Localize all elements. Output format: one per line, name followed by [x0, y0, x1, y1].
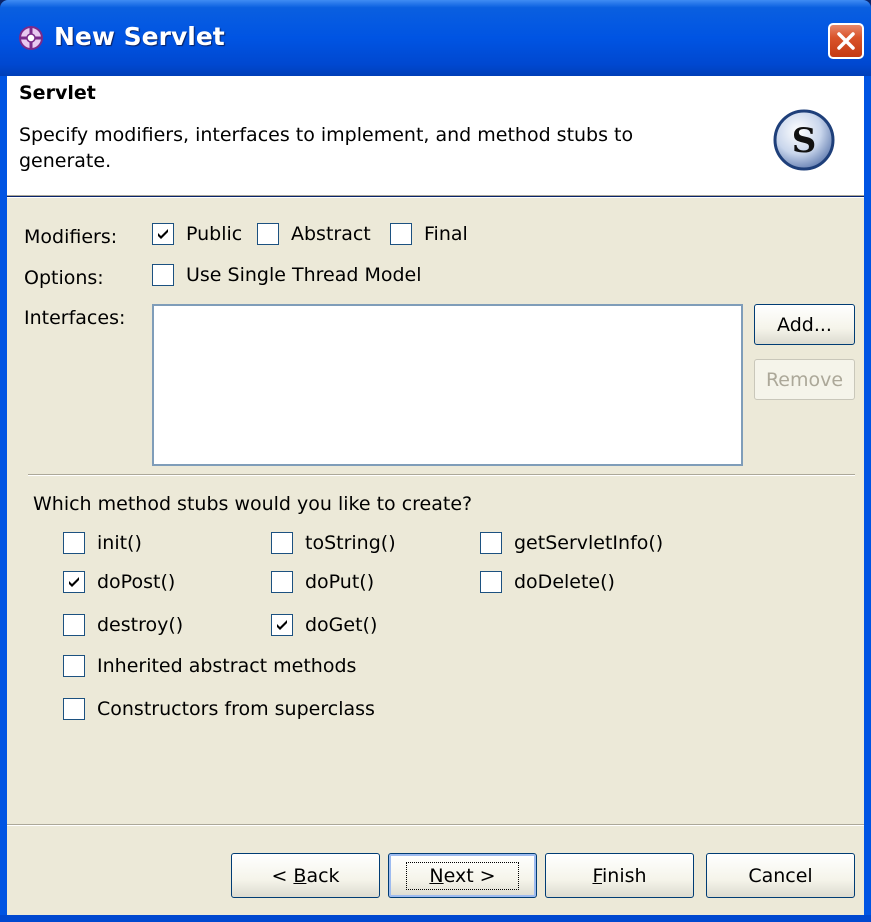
stub-getservletinfo-checkbox[interactable]: getServletInfo() [480, 532, 663, 554]
checkbox-box[interactable] [271, 532, 293, 554]
section-divider [28, 474, 855, 476]
window-title: New Servlet [54, 22, 225, 51]
checkbox-label: Constructors from superclass [97, 698, 375, 720]
window-frame-left [0, 76, 7, 922]
back-button[interactable]: < Back [231, 853, 380, 898]
checkbox-box[interactable] [152, 223, 174, 245]
stub-doput-checkbox[interactable]: doPut() [271, 571, 374, 593]
next-rest: ext > [443, 864, 496, 887]
checkbox-label: doDelete() [514, 571, 615, 593]
remove-interface-button[interactable]: Remove [754, 359, 855, 400]
finish-mnemonic: F [592, 864, 602, 887]
checkbox-label: Public [186, 223, 243, 245]
modifiers-label: Modifiers: [24, 226, 118, 248]
modifier-final-checkbox[interactable]: Final [390, 223, 468, 245]
finish-rest: inish [602, 864, 647, 887]
checkbox-label: init() [97, 532, 142, 554]
back-button-label: < Back [271, 865, 339, 887]
back-prefix: < [271, 864, 294, 887]
logo-letter: S [792, 121, 817, 161]
checkbox-box[interactable] [63, 655, 85, 677]
back-rest: ack [306, 864, 340, 887]
checkbox-label: doPut() [305, 571, 375, 593]
checkbox-label: Final [424, 223, 468, 245]
close-button[interactable] [828, 23, 864, 59]
checkbox-box[interactable] [390, 223, 412, 245]
stub-dopost-checkbox[interactable]: doPost() [63, 571, 175, 593]
dialog-window: New Servlet Servlet Specify modifiers, i… [0, 0, 871, 922]
stub-dodelete-checkbox[interactable]: doDelete() [480, 571, 615, 593]
next-mnemonic: N [429, 864, 444, 887]
add-interface-button[interactable]: Add... [754, 304, 855, 345]
checkbox-label: destroy() [97, 614, 184, 636]
checkbox-box[interactable] [480, 571, 502, 593]
stubs-question: Which method stubs would you like to cre… [33, 493, 473, 515]
next-button[interactable]: Next > [388, 853, 537, 898]
checkbox-box[interactable] [63, 571, 85, 593]
page-title: Servlet [19, 82, 96, 104]
single-thread-model-checkbox[interactable]: Use Single Thread Model [152, 264, 422, 286]
footer-divider [7, 824, 864, 826]
stub-constructors-checkbox[interactable]: Constructors from superclass [63, 698, 375, 720]
checkbox-box[interactable] [63, 698, 85, 720]
title-bar[interactable]: New Servlet [0, 0, 871, 76]
stub-tostring-checkbox[interactable]: toString() [271, 532, 396, 554]
modifier-abstract-checkbox[interactable]: Abstract [257, 223, 371, 245]
next-button-label: Next > [406, 861, 519, 890]
cancel-button[interactable]: Cancel [706, 853, 855, 898]
close-icon [837, 32, 855, 50]
interfaces-label: Interfaces: [24, 307, 126, 329]
checkbox-label: doPost() [97, 571, 176, 593]
stub-doget-checkbox[interactable]: doGet() [271, 614, 377, 636]
checkbox-label: Abstract [291, 223, 371, 245]
page-description: Specify modifiers, interfaces to impleme… [19, 124, 634, 172]
checkbox-box[interactable] [480, 532, 502, 554]
wizard-content: Modifiers: Public Abstract Final Options… [7, 197, 864, 915]
checkbox-label: doGet() [305, 614, 378, 636]
interfaces-list[interactable] [152, 304, 743, 466]
stub-destroy-checkbox[interactable]: destroy() [63, 614, 183, 636]
finish-button[interactable]: Finish [545, 853, 694, 898]
checkbox-box[interactable] [152, 264, 174, 286]
finish-button-label: Finish [592, 865, 646, 887]
wizard-header: Servlet Specify modifiers, interfaces to… [7, 76, 864, 196]
servlet-logo-icon: S [773, 109, 835, 171]
checkbox-box[interactable] [63, 614, 85, 636]
window-frame-right [864, 76, 871, 922]
checkbox-label: Inherited abstract methods [97, 655, 357, 677]
window-frame-bottom [0, 915, 871, 922]
stub-inherited-abstract-checkbox[interactable]: Inherited abstract methods [63, 655, 356, 677]
servlet-wizard-icon [19, 26, 43, 50]
checkbox-box[interactable] [257, 223, 279, 245]
modifier-public-checkbox[interactable]: Public [152, 223, 242, 245]
checkbox-label: getServletInfo() [514, 532, 664, 554]
checkbox-box[interactable] [63, 532, 85, 554]
checkbox-box[interactable] [271, 571, 293, 593]
back-mnemonic: B [293, 864, 307, 887]
options-label: Options: [24, 267, 104, 289]
stub-init-checkbox[interactable]: init() [63, 532, 142, 554]
checkbox-label: toString() [305, 532, 396, 554]
checkbox-label: Use Single Thread Model [186, 264, 422, 286]
checkbox-box[interactable] [271, 614, 293, 636]
